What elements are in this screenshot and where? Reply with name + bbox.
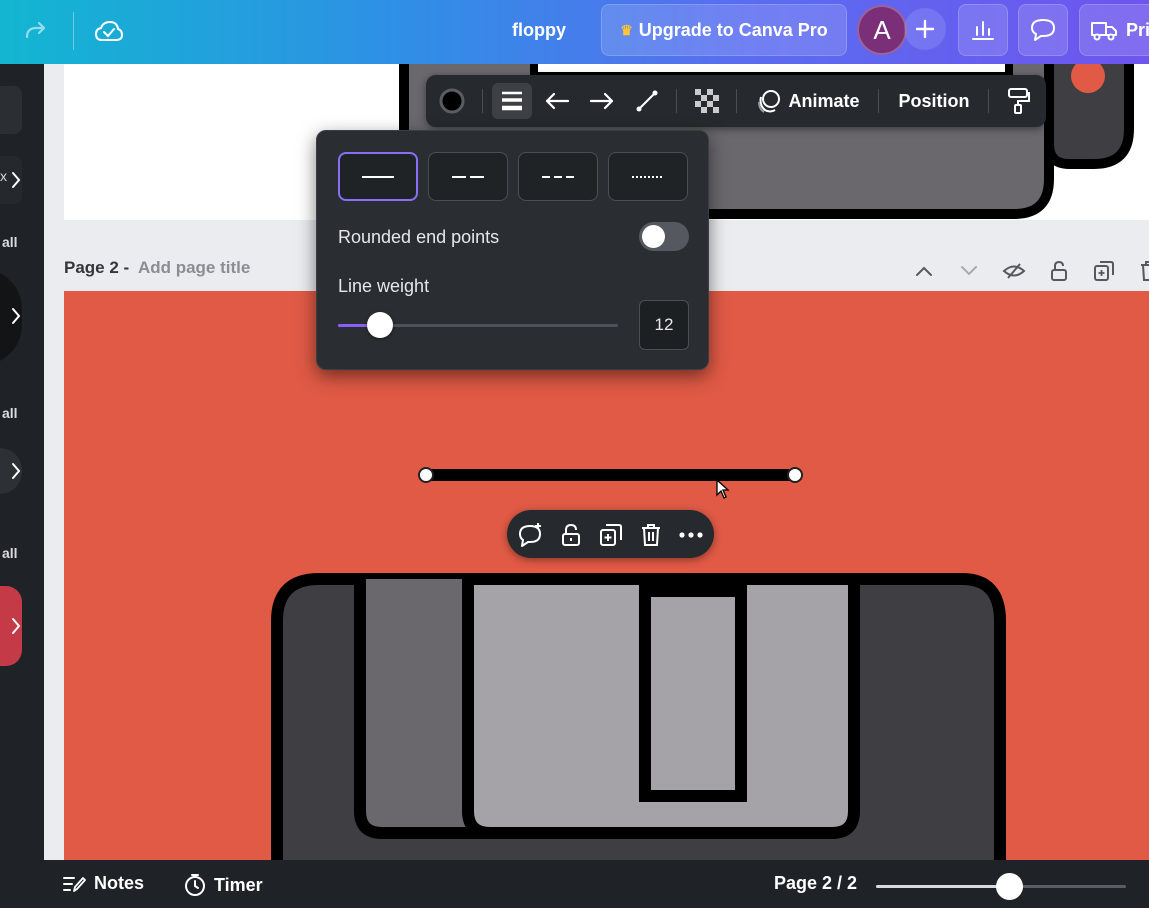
lock-icon[interactable] — [556, 520, 586, 550]
toolbar-divider — [482, 89, 483, 113]
line-weight-slider-thumb[interactable] — [367, 312, 393, 338]
position-button[interactable]: Position — [888, 83, 980, 119]
zoom-slider-thumb[interactable] — [995, 873, 1023, 900]
comment-add-icon[interactable] — [516, 520, 546, 550]
line-color-icon[interactable] — [432, 83, 472, 119]
notes-icon — [63, 876, 86, 892]
notes-label: Notes — [94, 873, 145, 893]
floppy-artwork — [271, 573, 1006, 860]
timer-icon — [185, 874, 205, 896]
animate-button[interactable]: Animate — [748, 83, 868, 119]
chevron-up-icon[interactable] — [909, 256, 939, 286]
zoom-slider[interactable] — [876, 873, 1126, 900]
style-long-dash-option[interactable] — [428, 152, 508, 201]
lock-icon[interactable] — [1044, 256, 1074, 286]
position-label: Position — [898, 90, 970, 111]
animate-label: Animate — [788, 90, 860, 111]
line-weight-slider[interactable] — [338, 312, 618, 338]
page-title-input[interactable]: Add page title — [138, 258, 250, 277]
toolbar-divider — [988, 89, 989, 113]
line-style-icon[interactable] — [492, 83, 532, 119]
comment-icon[interactable] — [1018, 4, 1068, 56]
page-label: Page 2 - — [64, 258, 130, 277]
redo-icon[interactable] — [18, 14, 54, 50]
see-all-label[interactable]: all — [2, 234, 18, 250]
print-button[interactable]: Pri — [1079, 4, 1149, 56]
page-2-header: Page 2 - Add page title — [64, 258, 250, 278]
upgrade-button[interactable]: ♛ Upgrade to Canva Pro — [601, 4, 847, 56]
toolbar-divider — [878, 89, 879, 113]
line-weight-label: Line weight — [338, 276, 430, 296]
rounded-end-points-toggle[interactable] — [639, 222, 689, 251]
toolbar-divider — [736, 89, 737, 113]
style-solid-option[interactable] — [338, 152, 418, 201]
header-divider — [73, 12, 74, 50]
crown-icon: ♛ — [620, 21, 633, 38]
toolbar-divider — [676, 89, 677, 113]
line-weight-input[interactable]: 12 — [639, 300, 689, 350]
toggle-knob — [642, 225, 665, 248]
top-header: floppy ♛ Upgrade to Canva Pro A Pri — [0, 0, 1149, 64]
chevron-right-icon[interactable] — [10, 616, 22, 636]
animate-icon — [758, 90, 781, 113]
document-title[interactable]: floppy — [512, 20, 566, 41]
line-start-handle[interactable] — [418, 467, 434, 483]
side-panel: x all all all — [0, 64, 44, 908]
line-type-icon[interactable] — [628, 83, 666, 119]
upgrade-label: Upgrade to Canva Pro — [638, 19, 828, 40]
copy-style-icon[interactable] — [1000, 83, 1038, 119]
element-toolbar: Animate Position — [426, 75, 1046, 127]
zoom-slider-fill — [876, 885, 1009, 888]
line-end-handle[interactable] — [787, 467, 803, 483]
bottom-bar: Notes Timer Page 2 / 2 — [44, 860, 1149, 908]
mouse-cursor-icon — [716, 478, 730, 499]
see-all-label[interactable]: all — [2, 405, 18, 421]
page-indicator[interactable]: Page 2 / 2 — [774, 873, 857, 894]
print-label: Pri — [1126, 19, 1149, 40]
arrow-start-icon[interactable] — [538, 83, 576, 119]
trash-icon[interactable] — [636, 520, 666, 550]
arrow-end-icon[interactable] — [583, 83, 621, 119]
line-style-popover: Rounded end points Line weight 12 — [316, 130, 709, 370]
selected-line[interactable] — [426, 469, 796, 481]
duplicate-page-icon[interactable] — [1089, 256, 1119, 286]
chevron-right-icon[interactable] — [10, 461, 22, 481]
chevron-right-icon[interactable] — [10, 170, 22, 190]
timer-button[interactable]: Timer — [184, 873, 263, 897]
plus-icon[interactable] — [904, 8, 946, 50]
see-all-label[interactable]: all — [2, 545, 18, 561]
chevron-right-icon[interactable] — [10, 306, 22, 326]
hide-icon[interactable] — [999, 256, 1029, 286]
panel-x-label: x — [0, 168, 7, 184]
chevron-down-icon[interactable] — [954, 256, 984, 286]
page-2[interactable] — [64, 291, 1149, 860]
style-short-dash-option[interactable] — [518, 152, 598, 201]
notes-button[interactable]: Notes — [62, 873, 144, 894]
panel-thumbnail[interactable] — [0, 86, 22, 134]
avatar[interactable]: A — [857, 5, 907, 55]
analytics-icon[interactable] — [958, 4, 1008, 56]
trash-icon[interactable] — [1134, 256, 1149, 286]
duplicate-icon[interactable] — [596, 520, 626, 550]
transparency-icon[interactable] — [688, 83, 726, 119]
cloud-saved-icon[interactable] — [91, 14, 127, 50]
rounded-end-points-label: Rounded end points — [338, 227, 500, 247]
style-dotted-option[interactable] — [608, 152, 688, 201]
more-icon[interactable] — [676, 520, 706, 550]
print-truck-icon — [1091, 22, 1117, 41]
timer-label: Timer — [214, 874, 263, 895]
element-context-bar — [507, 510, 714, 558]
